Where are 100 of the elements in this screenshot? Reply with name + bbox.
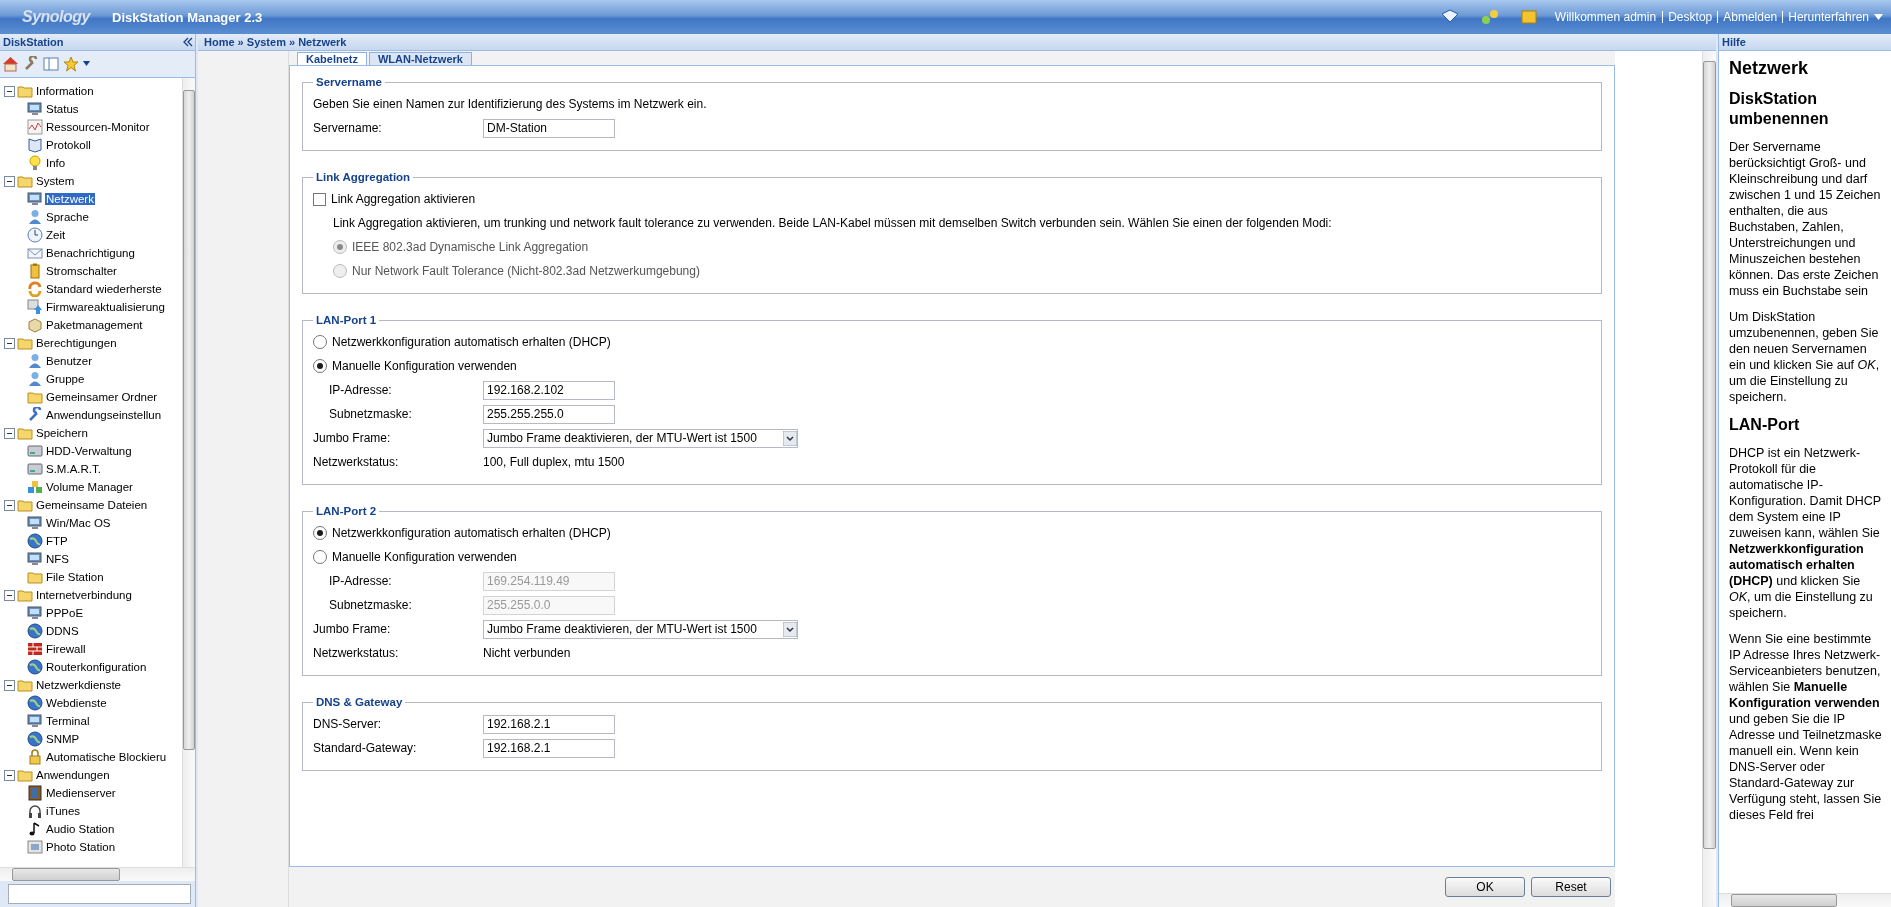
tree-item[interactable]: S.M.A.R.T. — [45, 463, 102, 475]
tree-item[interactable]: Audio Station — [45, 823, 116, 835]
tree-item[interactable]: Paketmanagement — [45, 319, 144, 331]
field-label: Jumbo Frame: — [313, 622, 392, 636]
input-field[interactable]: 192.168.2.1 — [483, 738, 615, 758]
chevron-down-icon[interactable] — [783, 621, 797, 637]
header-link[interactable]: Abmelden — [1717, 11, 1783, 23]
tab[interactable]: Kabelnetz — [297, 52, 367, 65]
monitor-icon — [27, 191, 43, 207]
collapse-toggle-icon[interactable] — [4, 499, 15, 511]
tree-item[interactable]: Sprache — [45, 211, 90, 223]
header-link[interactable]: Desktop — [1662, 11, 1718, 23]
tree-item[interactable]: Firewall — [45, 643, 87, 655]
radio-button[interactable]: Manuelle Konfiguration verwenden — [313, 550, 517, 564]
input-field[interactable]: 192.168.2.1 — [483, 714, 615, 734]
tree-item[interactable]: Stromschalter — [45, 265, 118, 277]
tree-item[interactable]: DDNS — [45, 625, 80, 637]
dialog-button[interactable]: Reset — [1531, 877, 1611, 897]
tree-item[interactable]: Medienserver — [45, 787, 117, 799]
tree-group[interactable]: Gemeinsame Dateien — [35, 499, 149, 511]
dropdown[interactable]: Jumbo Frame deaktivieren, der MTU-Wert ist 1500 — [483, 428, 798, 448]
tree-item[interactable]: Gemeinsamer Ordner — [45, 391, 159, 403]
tree-group[interactable]: System — [35, 175, 76, 187]
tree-item[interactable]: Webdienste — [45, 697, 108, 709]
caret-icon[interactable] — [1874, 13, 1883, 21]
radio-icon[interactable] — [313, 359, 327, 373]
wrench-icon[interactable] — [23, 56, 39, 72]
collapse-toggle-icon[interactable] — [4, 589, 15, 601]
home-icon[interactable] — [2, 56, 19, 72]
collapse-toggle-icon[interactable] — [4, 679, 15, 691]
tree-item[interactable]: Photo Station — [45, 841, 117, 853]
input-field[interactable]: DM-Station — [483, 118, 615, 138]
scrollbar[interactable] — [0, 867, 195, 881]
tree-item[interactable]: Gruppe — [45, 373, 86, 385]
tree-item[interactable]: Routerkonfiguration — [45, 661, 148, 673]
tree-item[interactable]: PPPoE — [45, 607, 85, 619]
panel-icon[interactable] — [43, 56, 59, 72]
search-field[interactable] — [8, 884, 191, 904]
tree-item[interactable]: Win/Mac OS — [45, 517, 112, 529]
tree-group[interactable]: Berechtigungen — [35, 337, 118, 349]
checkbox[interactable]: Link Aggregation aktivieren — [313, 192, 476, 206]
tree-item[interactable]: SNMP — [45, 733, 81, 745]
radio-button[interactable]: Netzwerkkonfiguration automatisch erhalten (DHCP) — [313, 526, 611, 540]
dialog-button[interactable]: OK — [1445, 877, 1525, 897]
tree-group[interactable]: Speichern — [35, 427, 89, 439]
tree-item[interactable]: Zeit — [45, 229, 67, 241]
collapse-toggle-icon[interactable] — [4, 427, 15, 439]
scroll-thumb[interactable] — [12, 868, 120, 881]
tree-item[interactable]: Terminal — [45, 715, 91, 727]
tab[interactable]: WLAN-Netzwerk — [368, 52, 472, 65]
radio-icon[interactable] — [313, 526, 327, 540]
scrollbar[interactable] — [182, 78, 195, 867]
collapse-toggle-icon[interactable] — [4, 85, 15, 97]
radio-button[interactable]: Netzwerkkonfiguration automatisch erhalten (DHCP) — [313, 335, 611, 349]
caret-icon[interactable] — [83, 61, 90, 67]
tree-group[interactable]: Anwendungen — [35, 769, 111, 781]
chevron-down-icon[interactable] — [783, 430, 797, 446]
tree-item[interactable]: HDD-Verwaltung — [45, 445, 133, 457]
tree-item[interactable]: NFS — [45, 553, 70, 565]
tree-item[interactable]: Protokoll — [45, 139, 92, 151]
scroll-thumb[interactable] — [183, 90, 195, 750]
radio-icon[interactable] — [313, 550, 327, 564]
header-link[interactable]: Herunterfahren — [1782, 11, 1874, 23]
tree-group[interactable]: Netzwerkdienste — [35, 679, 122, 691]
radio-button[interactable]: Manuelle Konfiguration verwenden — [313, 359, 517, 373]
wrench-icon — [27, 407, 43, 423]
tree-item[interactable]: Standard wiederherste — [45, 283, 163, 295]
monitor-icon — [27, 551, 43, 567]
tree-item[interactable]: Benachrichtigung — [45, 247, 136, 259]
radio-icon[interactable] — [313, 335, 327, 349]
tree-item[interactable]: FTP — [45, 535, 69, 547]
group-title: LAN-Port 1 — [315, 314, 378, 326]
brick-wall-icon — [27, 641, 43, 657]
scrollbar[interactable] — [1719, 893, 1891, 907]
tree-group[interactable]: Internetverbindung — [35, 589, 133, 601]
tree-item[interactable]: Firmwareaktualisierung — [45, 301, 166, 313]
tree-group[interactable]: Information — [35, 85, 95, 97]
collapse-toggle-icon[interactable] — [4, 337, 15, 349]
tree-item[interactable]: Status — [45, 103, 80, 115]
tree-item[interactable]: Automatische Blockieru — [45, 751, 168, 763]
folder-icon — [17, 767, 33, 783]
network-icon[interactable] — [1480, 9, 1499, 25]
tree-item[interactable]: iTunes — [45, 805, 82, 817]
tree-item[interactable]: Ressourcen-Monitor — [45, 121, 151, 133]
field-label: Jumbo Frame: — [313, 431, 392, 445]
star-icon[interactable] — [63, 56, 79, 72]
input-field[interactable]: 192.168.2.102 — [483, 380, 615, 400]
tree-item[interactable]: Info — [45, 157, 67, 169]
tree-item[interactable]: File Station — [45, 571, 105, 583]
tree-item[interactable]: Benutzer — [45, 355, 94, 367]
collapse-toggle-icon[interactable] — [4, 175, 15, 187]
tree-item[interactable]: Anwendungseinstellun — [45, 409, 163, 421]
scroll-thumb[interactable] — [1731, 894, 1837, 907]
field-label: Servername: — [313, 121, 383, 135]
dropdown[interactable]: Jumbo Frame deaktivieren, der MTU-Wert ist 1500 — [483, 619, 798, 639]
input-field[interactable]: 255.255.255.0 — [483, 404, 615, 424]
folder-icon[interactable] — [1520, 9, 1537, 25]
collapse-toggle-icon[interactable] — [4, 769, 15, 781]
tree-item[interactable]: Netzwerk — [45, 193, 95, 205]
tree-item[interactable]: Volume Manager — [45, 481, 134, 493]
